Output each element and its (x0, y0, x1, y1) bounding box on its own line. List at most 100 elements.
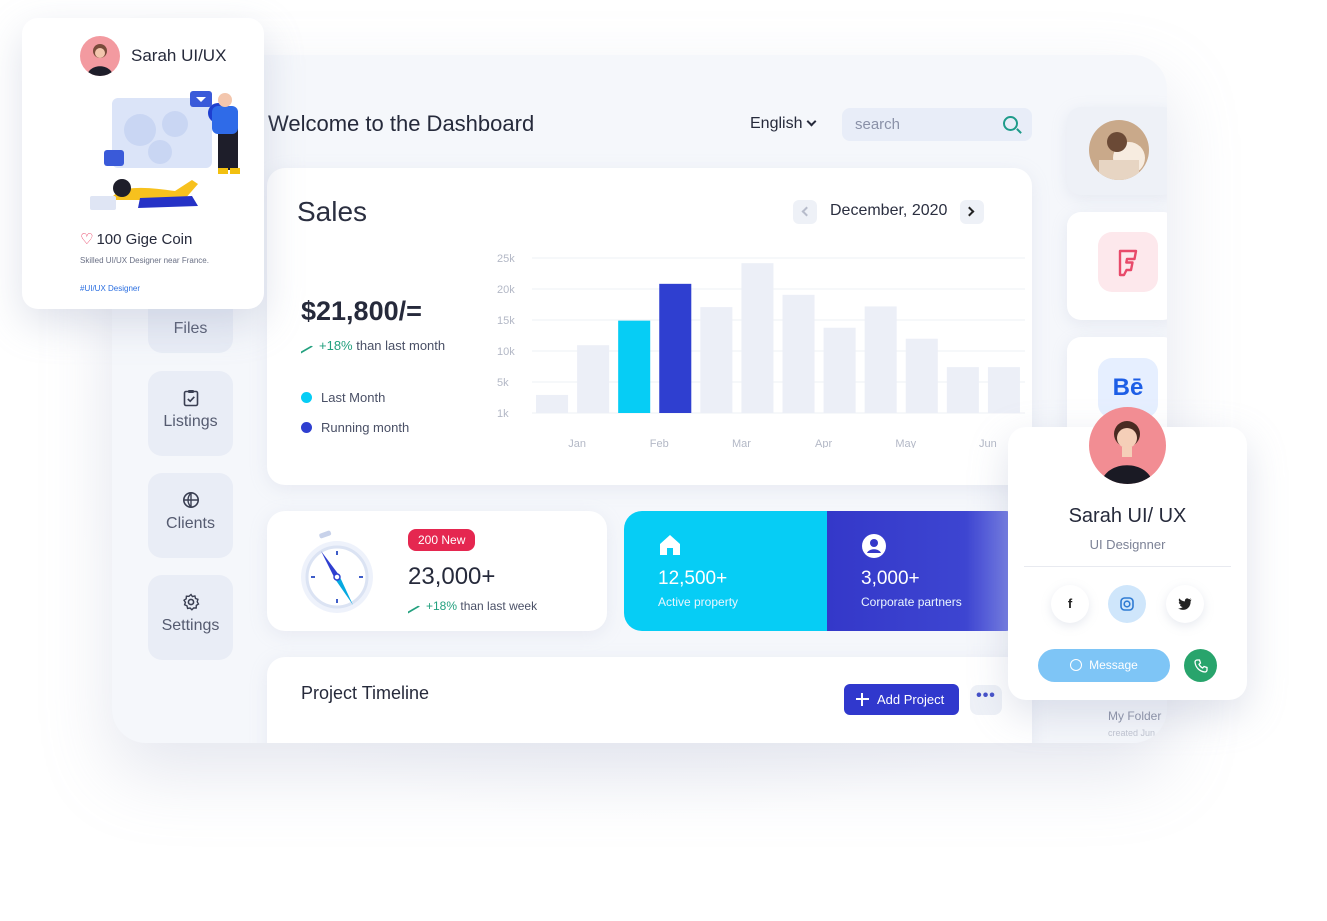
chart-bar[interactable] (987, 367, 1020, 413)
timeline-title: Project Timeline (301, 683, 430, 703)
profile-name: Sarah UI/UX (131, 46, 227, 65)
prev-month-button[interactable] (793, 200, 817, 224)
chart-bar[interactable] (659, 283, 692, 413)
sales-amount: $21,800/= (301, 296, 422, 326)
gear-icon (182, 593, 199, 611)
language-selector[interactable]: English (750, 115, 817, 133)
profile-tag[interactable]: #UI/UX Designer (80, 284, 140, 293)
chat-icon (1070, 658, 1083, 671)
active-property-value: 12,500+ (658, 568, 728, 589)
avatar (1089, 407, 1166, 484)
sales-bar-chart: 25k 20k 15k 10k 5k 1k Jan Feb Mar Apr May Jun (497, 253, 1025, 448)
divider (1024, 566, 1231, 567)
active-property-panel: 12,500+ Active property (624, 511, 827, 631)
search-input[interactable] (855, 114, 995, 134)
foursquare-icon (1098, 232, 1158, 292)
corporate-partners-panel: 3,000+ Corporate partners (827, 511, 1024, 631)
y-tick-label: 25k (497, 253, 515, 265)
chart-bar[interactable] (577, 345, 610, 413)
call-button[interactable] (1184, 649, 1217, 682)
y-tick-label: 1k (497, 408, 509, 420)
legend-dot (301, 392, 312, 404)
twitter-icon[interactable] (1166, 585, 1204, 623)
legend-item-running-month: Running month (301, 420, 409, 435)
language-label: English (750, 115, 803, 132)
x-tick-label: Jun (979, 438, 997, 448)
user-circle-icon (862, 534, 886, 558)
summary-banner: 12,500+ Active property 3,000+ Corporate… (624, 511, 1024, 631)
sidebar-item-settings[interactable]: Settings (148, 575, 233, 660)
chart-bar[interactable] (700, 307, 733, 413)
legend-label: Last Month (321, 390, 386, 405)
message-label: Message (1089, 658, 1138, 672)
corporate-partners-label: Corporate partners (861, 595, 962, 609)
folder-date: created Jun (1108, 728, 1156, 738)
sales-card: Sales December, 2020 $21,800/= +18% than… (267, 168, 1032, 485)
folder-label: My Folder (1108, 709, 1162, 723)
more-options-button[interactable]: ••• (970, 685, 1002, 715)
active-property-label: Active property (658, 595, 739, 609)
trend-up-icon (301, 338, 313, 354)
sidebar-item-label: Listings (163, 413, 218, 430)
globe-icon (182, 492, 199, 508)
y-tick-label: 15k (497, 315, 515, 327)
floating-profile-card: Sarah UI/UX ♡ 100 Gige Coin Skilled UI/UX… (22, 18, 264, 309)
user-tile[interactable] (1067, 107, 1167, 195)
x-tick-label: Feb (650, 438, 669, 448)
legend-label: Running month (321, 420, 410, 435)
search-box[interactable] (842, 108, 1032, 141)
compass-icon (301, 530, 373, 613)
status-badge: 200 New (408, 529, 476, 551)
foursquare-tile[interactable] (1067, 212, 1167, 320)
sidebar-item-clients[interactable]: Clients (148, 473, 233, 558)
chart-bar[interactable] (905, 338, 938, 413)
page-title: Welcome to the Dashboard (268, 111, 535, 136)
chevron-right-icon (964, 206, 975, 217)
chart-bar[interactable] (618, 320, 651, 413)
chart-bar[interactable] (864, 306, 897, 413)
legend-item-last-month: Last Month (301, 390, 385, 405)
profile-card: Sarah UI/ UX UI Designner f Message (1008, 407, 1247, 700)
corporate-partners-value: 3,000+ (861, 568, 920, 589)
profile-name: Sarah UI/ UX (1068, 505, 1187, 527)
y-tick-label: 20k (497, 284, 515, 296)
search-icon[interactable] (1003, 116, 1018, 131)
stats-trend: +18% than last week (408, 598, 538, 614)
sales-trend: +18% than last month (301, 338, 445, 354)
trend-up-icon (408, 598, 420, 614)
designer-illustration (90, 91, 240, 210)
coin-label: 100 Gige Coin (96, 231, 193, 248)
project-timeline-card: Project Timeline Add Project ••• (267, 657, 1032, 743)
trend-text: than last week (457, 599, 538, 613)
new-users-card: 200 New 23,000+ +18% than last week (267, 511, 607, 631)
chart-bar[interactable] (741, 263, 774, 413)
sidebar-item-listings[interactable]: Listings (148, 371, 233, 456)
facebook-icon[interactable]: f (1051, 585, 1089, 623)
profile-role: UI Designner (1089, 537, 1166, 552)
instagram-icon[interactable] (1108, 585, 1146, 623)
avatar (80, 36, 120, 76)
avatar (1089, 120, 1149, 180)
month-label: December, 2020 (830, 202, 948, 219)
chart-bar[interactable] (823, 327, 856, 413)
add-project-button[interactable]: Add Project (844, 684, 959, 715)
y-tick-label: 10k (497, 346, 515, 358)
next-month-button[interactable] (960, 200, 984, 224)
trend-value: +18% (319, 338, 353, 353)
phone-icon (1194, 659, 1208, 673)
sidebar-item-label: Clients (166, 515, 215, 532)
x-tick-label: May (895, 438, 916, 448)
chevron-left-icon (801, 206, 812, 217)
sidebar-item-label: Files (173, 320, 208, 337)
add-project-label: Add Project (877, 692, 945, 707)
stats-value: 23,000+ (408, 563, 496, 590)
message-button[interactable]: Message (1038, 649, 1170, 682)
heart-icon[interactable]: ♡ (80, 231, 93, 248)
chevron-down-icon (807, 116, 817, 127)
chart-bar[interactable] (782, 294, 815, 413)
home-icon (660, 535, 680, 555)
chart-bar[interactable] (946, 367, 979, 413)
clipboard-check-icon (183, 390, 198, 407)
chart-bar[interactable] (536, 394, 569, 413)
profile-description: Skilled UI/UX Designer near France. (80, 256, 209, 265)
